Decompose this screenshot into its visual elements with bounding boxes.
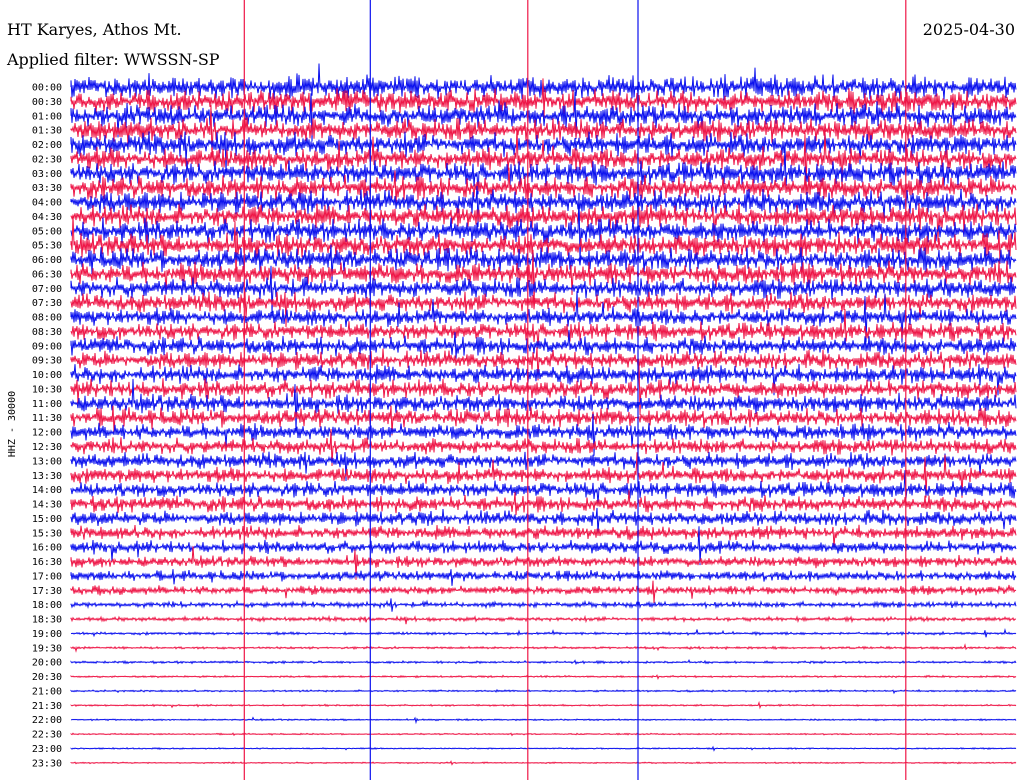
tick-label: 13:30 xyxy=(32,471,62,482)
trace-row-2030 xyxy=(70,674,1017,681)
trace-row-1830 xyxy=(70,614,1017,625)
tick-label: 19:00 xyxy=(32,629,62,640)
trace-row-2300 xyxy=(70,745,1017,752)
tick-label: 22:00 xyxy=(32,715,62,726)
tick-label: 18:00 xyxy=(32,600,62,611)
tick-label: 12:30 xyxy=(32,442,62,453)
tick-label: 19:30 xyxy=(32,643,62,654)
tick-label: 09:00 xyxy=(32,341,62,352)
tick-label: 15:30 xyxy=(32,528,62,539)
tick-label: 21:00 xyxy=(32,687,62,698)
tick-label: 09:30 xyxy=(32,356,62,367)
trace-row-1930 xyxy=(70,643,1017,653)
tick-label: 15:00 xyxy=(32,514,62,525)
tick-label: 07:00 xyxy=(32,284,62,295)
trace-row-1030 xyxy=(70,358,1017,416)
trace-group xyxy=(70,63,1017,766)
tick-label: 17:30 xyxy=(32,586,62,597)
tick-label: 10:30 xyxy=(32,385,62,396)
trace-row-1900 xyxy=(70,627,1017,638)
tick-label: 23:30 xyxy=(32,758,62,769)
tick-label: 07:30 xyxy=(32,298,62,309)
tick-label: 00:30 xyxy=(32,97,62,108)
tick-label: 18:30 xyxy=(32,615,62,626)
trace-row-2330 xyxy=(70,760,1017,766)
trace-row-1800 xyxy=(70,598,1017,612)
tick-label: 03:00 xyxy=(32,169,62,180)
tick-label: 01:30 xyxy=(32,126,62,137)
trace-row-2130 xyxy=(70,700,1017,710)
trace-row-2000 xyxy=(70,658,1017,666)
tick-label: 11:00 xyxy=(32,399,62,410)
tick-label: 20:30 xyxy=(32,672,62,683)
tick-label: 16:00 xyxy=(32,543,62,554)
tick-label: 02:00 xyxy=(32,140,62,151)
tick-label: 00:00 xyxy=(32,83,62,94)
tick-label: 23:00 xyxy=(32,744,62,755)
tick-label: 01:00 xyxy=(32,111,62,122)
tick-label: 08:00 xyxy=(32,313,62,324)
tick-label: 20:00 xyxy=(32,658,62,669)
tick-label: 22:30 xyxy=(32,730,62,741)
tick-label: 13:00 xyxy=(32,456,62,467)
tick-label: 12:00 xyxy=(32,428,62,439)
tick-label: 05:30 xyxy=(32,241,62,252)
tick-label: 04:00 xyxy=(32,198,62,209)
tick-label: 10:00 xyxy=(32,370,62,381)
tick-label: 06:30 xyxy=(32,269,62,280)
tick-label: 08:30 xyxy=(32,327,62,338)
tick-label: 02:30 xyxy=(32,154,62,165)
tick-label: 14:30 xyxy=(32,500,62,511)
trace-row-2100 xyxy=(70,688,1017,695)
trace-row-1700 xyxy=(70,569,1017,586)
helicorder-chart: 00:00 00:30 01:00 01:30 02:00 02:30 03:00 03:30… xyxy=(7,0,1017,780)
tick-label-group: 00:00 00:30 01:00 01:30 02:00 02:30 03:00 03:30… xyxy=(32,83,62,770)
tick-label: 16:30 xyxy=(32,557,62,568)
tick-label: 03:30 xyxy=(32,183,62,194)
tick-label: 11:30 xyxy=(32,413,62,424)
tick-label: 14:00 xyxy=(32,485,62,496)
tick-label: 21:30 xyxy=(32,701,62,712)
tick-label: 17:00 xyxy=(32,571,62,582)
tick-label: 06:00 xyxy=(32,255,62,266)
trace-row-2200 xyxy=(70,716,1017,725)
tick-label: 04:30 xyxy=(32,212,62,223)
trace-row-2230 xyxy=(70,732,1017,737)
y-axis-label: HHZ - 30000 xyxy=(7,391,18,457)
tick-label: 05:00 xyxy=(32,226,62,237)
trace-row-1730 xyxy=(70,580,1017,603)
